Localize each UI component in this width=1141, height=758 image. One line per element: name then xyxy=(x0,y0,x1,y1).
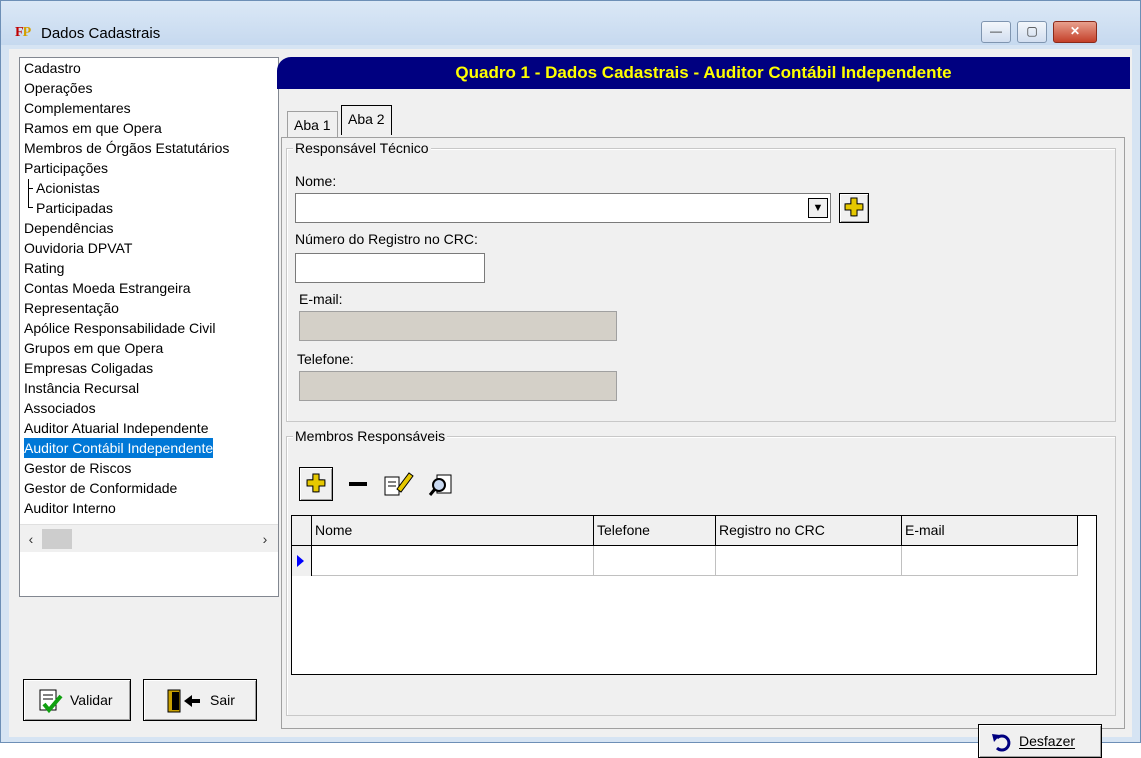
tree-item-associados[interactable]: Associados xyxy=(24,398,96,418)
tab-aba-1[interactable]: Aba 1 xyxy=(287,111,338,137)
column-header-email[interactable]: E-mail xyxy=(902,516,1078,546)
tree-item-auditor-contabil[interactable]: Auditor Contábil Independente xyxy=(24,438,214,458)
form-header: Quadro 1 - Dados Cadastrais - Auditor Co… xyxy=(277,57,1130,89)
tree-item-cadastro[interactable]: Cadastro xyxy=(24,58,81,78)
navigation-tree[interactable]: Cadastro Operações Complementares Ramos … xyxy=(19,57,279,597)
desfazer-label: Desfazer xyxy=(1019,733,1076,749)
minus-icon xyxy=(349,482,367,486)
tree-item-empresas-coligadas[interactable]: Empresas Coligadas xyxy=(24,358,153,378)
tab-panel: Responsável Técnico Nome: ▼ ✚ Número do … xyxy=(281,137,1125,758)
row-indicator-icon xyxy=(292,546,312,576)
tree-item-ouvidoria[interactable]: Ouvidoria DPVAT xyxy=(24,238,132,258)
nome-select[interactable]: ▼ xyxy=(295,193,831,223)
validar-label: Validar xyxy=(70,692,113,708)
search-membro-button[interactable] xyxy=(427,467,457,501)
validar-button[interactable]: Validar xyxy=(23,679,131,721)
table-cell[interactable] xyxy=(902,546,1078,576)
membros-grid[interactable]: Nome Telefone Registro no CRC E-mail xyxy=(291,515,1097,675)
tree-item-auditor-interno[interactable]: Auditor Interno xyxy=(24,498,116,518)
tree-item-dependencias[interactable]: Dependências xyxy=(24,218,114,238)
tree-item-gestor-conformidade[interactable]: Gestor de Conformidade xyxy=(24,478,177,498)
desfazer-button[interactable]: Desfazer xyxy=(978,724,1102,758)
telefone-label: Telefone: xyxy=(297,351,354,367)
remove-membro-button[interactable] xyxy=(343,467,373,501)
scroll-right-icon[interactable]: › xyxy=(256,529,274,549)
scroll-thumb[interactable] xyxy=(42,529,72,549)
maximize-button[interactable]: ▢ xyxy=(1017,21,1047,43)
form-title: Quadro 1 - Dados Cadastrais - Auditor Co… xyxy=(455,63,952,82)
tree-item-grupos[interactable]: Grupos em que Opera xyxy=(24,338,163,358)
edit-pencil-icon xyxy=(384,472,414,496)
tree-item-gestor-riscos[interactable]: Gestor de Riscos xyxy=(24,458,131,478)
validate-icon xyxy=(39,689,63,714)
table-cell[interactable] xyxy=(594,546,716,576)
undo-icon xyxy=(992,734,1011,752)
tree-connector xyxy=(28,188,33,189)
tree-item-operacoes[interactable]: Operações xyxy=(24,78,92,98)
tree-item-instancia[interactable]: Instância Recursal xyxy=(24,378,139,398)
window-title: Dados Cadastrais xyxy=(41,25,161,42)
search-icon xyxy=(428,474,452,496)
close-button[interactable]: ✕ xyxy=(1053,21,1097,43)
membros-group: Membros Responsáveis ✚ Nome Telefone Reg… xyxy=(286,428,1116,716)
title-bar: FP Dados Cadastrais — ▢ ✕ xyxy=(1,1,1140,45)
telefone-field xyxy=(299,371,617,401)
column-header-nome[interactable]: Nome xyxy=(312,516,594,546)
table-cell[interactable] xyxy=(312,546,594,576)
add-responsavel-button[interactable]: ✚ xyxy=(839,193,869,223)
tree-connector xyxy=(28,179,29,207)
horizontal-scrollbar[interactable]: ‹ › xyxy=(20,524,278,552)
responsavel-group: Responsável Técnico Nome: ▼ ✚ Número do … xyxy=(286,140,1116,422)
tree-connector xyxy=(28,207,33,208)
membros-group-title: Membros Responsáveis xyxy=(293,428,448,444)
grid-corner xyxy=(292,516,312,546)
column-header-registro-crc[interactable]: Registro no CRC xyxy=(716,516,902,546)
email-field xyxy=(299,311,617,341)
tree-item-representacao[interactable]: Representação xyxy=(24,298,119,318)
tree-item-ramos[interactable]: Ramos em que Opera xyxy=(24,118,162,138)
app-logo-icon: FP xyxy=(15,25,31,40)
nome-label: Nome: xyxy=(295,173,337,189)
tree-item-participadas[interactable]: Participadas xyxy=(36,198,113,218)
tree-item-auditor-atuarial[interactable]: Auditor Atuarial Independente xyxy=(24,418,208,438)
column-header-telefone[interactable]: Telefone xyxy=(594,516,716,546)
tab-aba-2[interactable]: Aba 2 xyxy=(341,105,392,135)
app-window: FP Dados Cadastrais — ▢ ✕ Cadastro Opera… xyxy=(0,0,1141,758)
minimize-button[interactable]: — xyxy=(981,21,1011,43)
tree-item-apolice[interactable]: Apólice Responsabilidade Civil xyxy=(24,318,215,338)
tree-item-acionistas[interactable]: Acionistas xyxy=(36,178,100,198)
email-label: E-mail: xyxy=(299,291,343,307)
crc-label: Número do Registro no CRC: xyxy=(295,231,478,247)
sair-label: Sair xyxy=(210,692,235,708)
edit-membro-button[interactable] xyxy=(383,467,414,501)
responsavel-group-title: Responsável Técnico xyxy=(293,140,431,156)
add-membro-button[interactable]: ✚ xyxy=(299,467,333,501)
tree-item-rating[interactable]: Rating xyxy=(24,258,64,278)
table-cell[interactable] xyxy=(716,546,902,576)
exit-door-icon xyxy=(167,689,200,713)
tree-item-participacoes[interactable]: Participações xyxy=(24,158,108,178)
chevron-down-icon[interactable]: ▼ xyxy=(808,198,828,218)
scroll-left-icon[interactable]: ‹ xyxy=(22,529,40,549)
client-area: Cadastro Operações Complementares Ramos … xyxy=(9,49,1132,758)
crc-input[interactable] xyxy=(295,253,485,283)
tree-item-membros-orgaos[interactable]: Membros de Órgãos Estatutários xyxy=(24,138,229,158)
tree-item-contas-moeda[interactable]: Contas Moeda Estrangeira xyxy=(24,278,191,298)
tree-item-complementares[interactable]: Complementares xyxy=(24,98,131,118)
sair-button[interactable]: Sair xyxy=(143,679,257,721)
